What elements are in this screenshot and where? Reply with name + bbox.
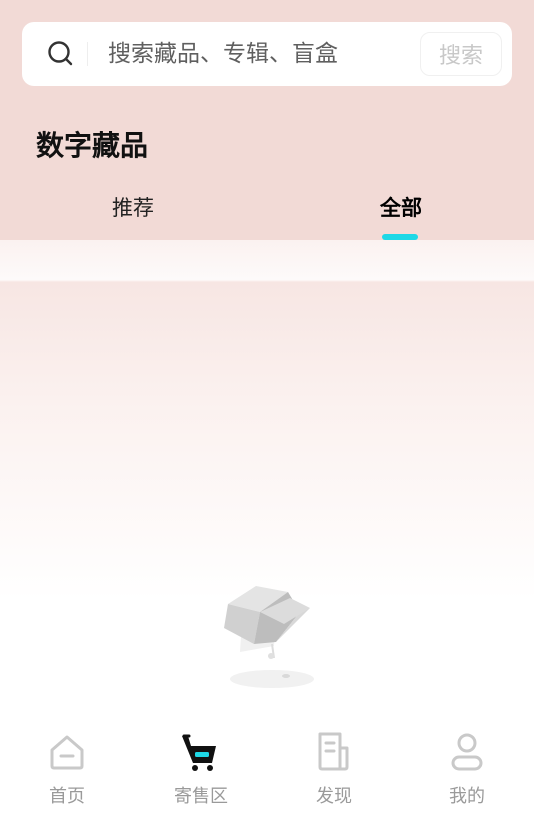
tab-recommend[interactable]: 推荐 xyxy=(80,174,186,240)
profile-icon xyxy=(451,733,483,771)
search-icon[interactable] xyxy=(46,39,76,69)
page: 搜索 数字藏品 推荐 全部 首页 xyxy=(0,0,534,828)
tab-all[interactable]: 全部 xyxy=(348,174,454,240)
search-button[interactable]: 搜索 xyxy=(420,32,502,76)
tab-bar: 推荐 全部 xyxy=(0,174,534,240)
nav-item-consignment[interactable]: 寄售区 xyxy=(134,718,268,828)
nav-label-home: 首页 xyxy=(49,786,85,807)
nav-item-discover[interactable]: 发现 xyxy=(267,718,401,828)
cart-icon xyxy=(182,734,216,771)
discover-icon xyxy=(318,732,349,771)
page-title: 数字藏品 xyxy=(36,129,149,162)
active-tab-indicator xyxy=(382,234,418,240)
search-input[interactable] xyxy=(108,36,408,72)
home-icon xyxy=(50,735,84,770)
bottom-nav: 首页 寄售区 发现 我的 xyxy=(0,718,534,828)
nav-label-discover: 发现 xyxy=(316,786,352,807)
search-bar: 搜索 xyxy=(22,22,512,86)
nav-item-profile[interactable]: 我的 xyxy=(400,718,534,828)
nav-item-home[interactable]: 首页 xyxy=(0,718,134,828)
search-divider xyxy=(87,42,88,66)
nav-label-consignment: 寄售区 xyxy=(174,786,228,807)
empty-box-illustration xyxy=(224,586,314,688)
nav-label-profile: 我的 xyxy=(449,786,485,807)
